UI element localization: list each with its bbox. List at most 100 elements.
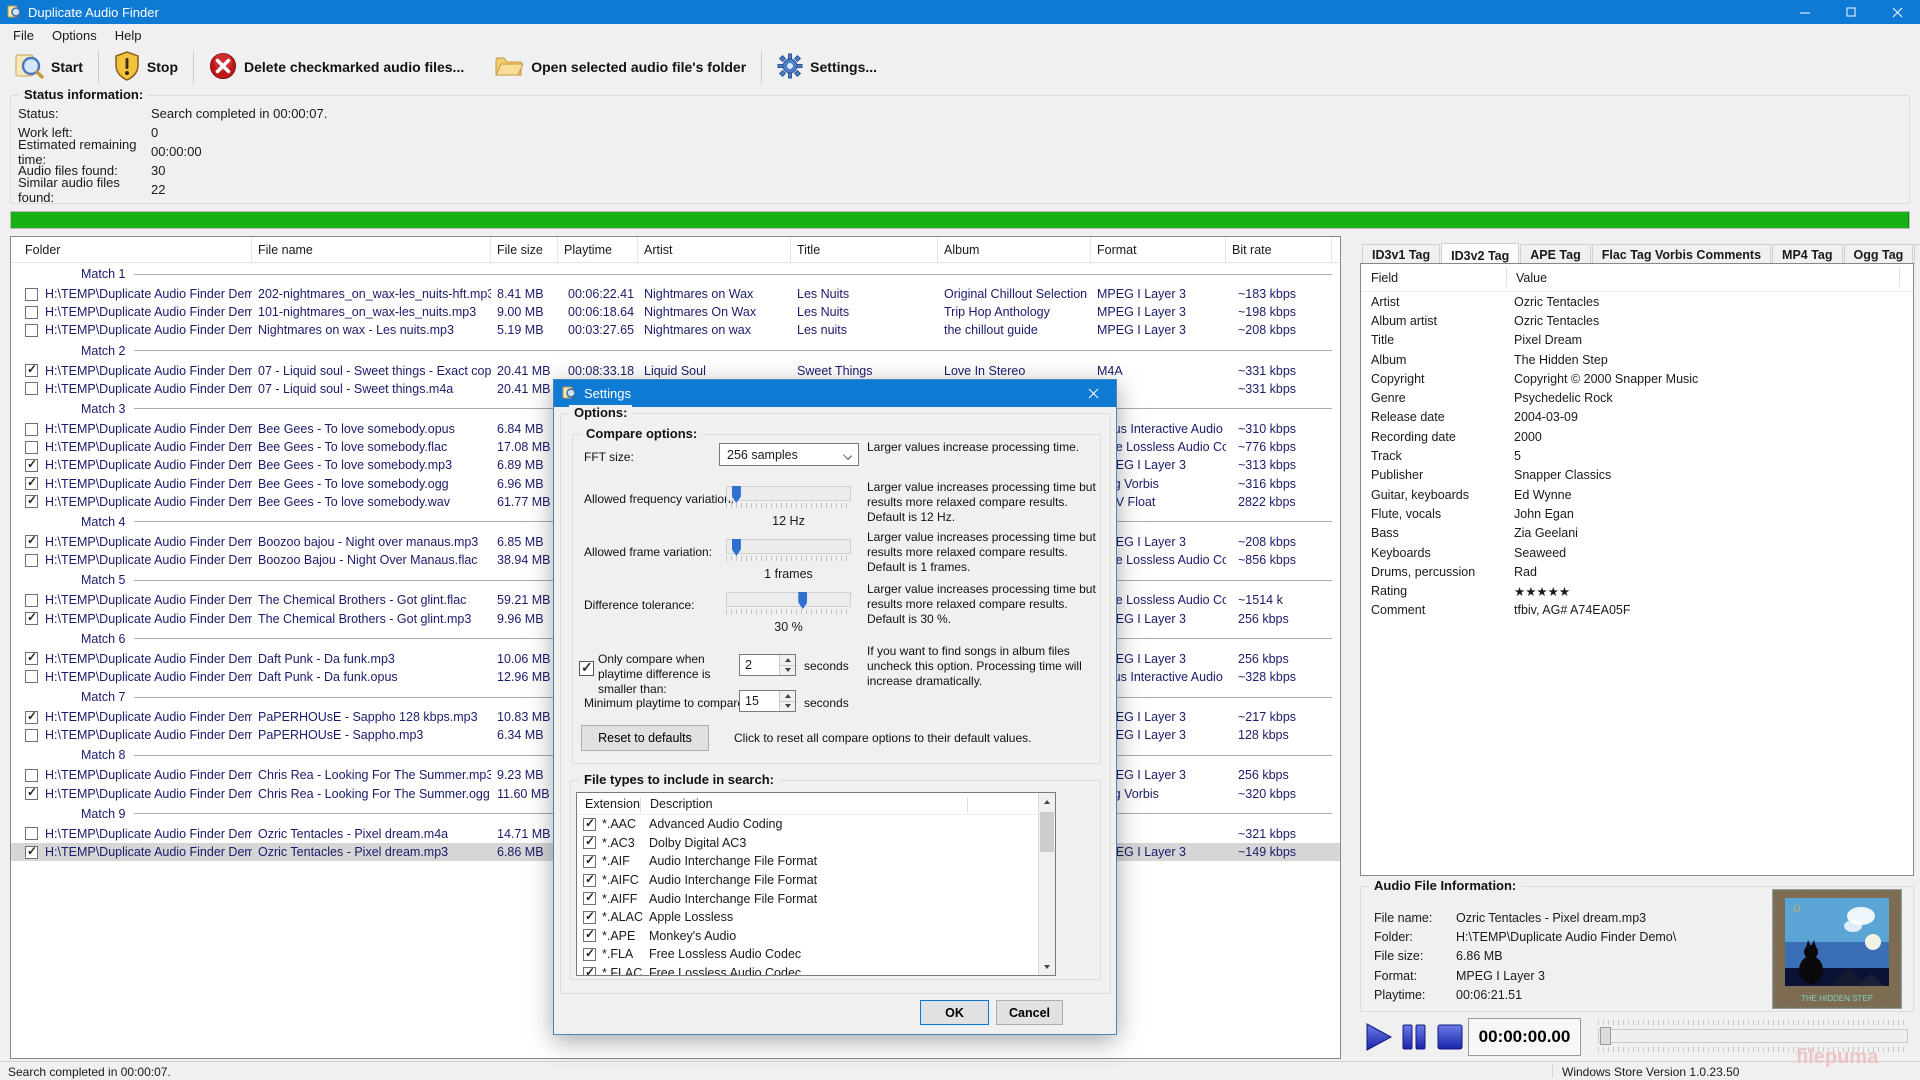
tab-ape-tag[interactable]: APE Tag bbox=[1520, 244, 1590, 264]
seek-thumb[interactable] bbox=[1600, 1027, 1611, 1045]
file-type-checkbox[interactable] bbox=[583, 967, 596, 976]
tag-row[interactable]: KeyboardsSeaweed bbox=[1361, 543, 1913, 562]
column-header-folder[interactable]: Folder bbox=[11, 237, 252, 262]
slider-groove[interactable] bbox=[726, 539, 851, 554]
row-checkbox[interactable] bbox=[25, 670, 38, 683]
tolerance-slider-thumb[interactable] bbox=[798, 592, 807, 609]
file-type-checkbox[interactable] bbox=[583, 855, 596, 868]
tag-row[interactable]: Album artistOzric Tentacles bbox=[1361, 311, 1913, 330]
spinner-arrows[interactable] bbox=[779, 655, 795, 675]
tag-row[interactable]: TitlePixel Dream bbox=[1361, 331, 1913, 350]
tab-flac-tag-vorbis-comments[interactable]: Flac Tag Vorbis Comments bbox=[1592, 244, 1771, 264]
tag-row[interactable]: Release date2004-03-09 bbox=[1361, 408, 1913, 427]
playtime-difference-spinner[interactable]: 2 bbox=[739, 654, 796, 676]
tag-row[interactable]: Drums, percussionRad bbox=[1361, 562, 1913, 581]
file-type-checkbox[interactable] bbox=[583, 892, 596, 905]
file-type-row[interactable]: *.AIFFAudio Interchange File Format bbox=[577, 889, 1055, 908]
spinner-down-icon[interactable] bbox=[780, 701, 795, 712]
cancel-button[interactable]: Cancel bbox=[996, 1000, 1063, 1025]
file-type-row[interactable]: *.ALACApple Lossless bbox=[577, 908, 1055, 927]
result-row[interactable]: H:\TEMP\Duplicate Audio Finder Demo\07 -… bbox=[11, 362, 1340, 380]
extension-column-header[interactable]: Extension bbox=[585, 797, 640, 811]
file-type-checkbox[interactable] bbox=[583, 948, 596, 961]
row-checkbox[interactable] bbox=[25, 535, 38, 548]
result-row[interactable]: H:\TEMP\Duplicate Audio Finder Demo\101-… bbox=[11, 303, 1340, 321]
file-types-scrollbar[interactable] bbox=[1038, 793, 1055, 975]
column-header-file-name[interactable]: File name bbox=[252, 237, 491, 262]
result-row[interactable]: H:\TEMP\Duplicate Audio Finder Demo\Nigh… bbox=[11, 321, 1340, 339]
column-header-format[interactable]: Format bbox=[1091, 237, 1226, 262]
file-type-checkbox[interactable] bbox=[583, 818, 596, 831]
delete-checkmarked-button[interactable]: Delete checkmarked audio files... bbox=[201, 48, 472, 87]
row-checkbox[interactable] bbox=[25, 711, 38, 724]
column-header-playtime[interactable]: Playtime bbox=[558, 237, 638, 262]
slider-groove[interactable] bbox=[726, 486, 851, 501]
file-type-row[interactable]: *.AIFAudio Interchange File Format bbox=[577, 852, 1055, 871]
row-checkbox[interactable] bbox=[25, 787, 38, 800]
scroll-down-icon[interactable] bbox=[1039, 958, 1055, 975]
column-header-artist[interactable]: Artist bbox=[638, 237, 791, 262]
file-type-row[interactable]: *.FLACFree Lossless Audio Codec bbox=[577, 964, 1055, 976]
row-checkbox[interactable] bbox=[25, 423, 38, 436]
minimize-button[interactable] bbox=[1782, 0, 1828, 24]
column-header-file-size[interactable]: File size bbox=[491, 237, 558, 262]
row-checkbox[interactable] bbox=[25, 729, 38, 742]
scroll-up-icon[interactable] bbox=[1039, 793, 1055, 810]
spinner-down-icon[interactable] bbox=[780, 665, 795, 676]
value-column-header[interactable]: Value bbox=[1506, 264, 1547, 291]
tab-id3v1-tag[interactable]: ID3v1 Tag bbox=[1362, 244, 1440, 264]
file-type-row[interactable]: *.FLAFree Lossless Audio Codec bbox=[577, 945, 1055, 964]
row-checkbox[interactable] bbox=[25, 827, 38, 840]
tag-row[interactable]: Commenttfbiv, AG# A74EA05F bbox=[1361, 601, 1913, 620]
row-checkbox[interactable] bbox=[25, 324, 38, 337]
menu-item-file[interactable]: File bbox=[4, 25, 43, 46]
tag-row[interactable]: Guitar, keyboardsEd Wynne bbox=[1361, 485, 1913, 504]
row-checkbox[interactable] bbox=[25, 364, 38, 377]
fft-size-dropdown[interactable]: 256 samples bbox=[719, 443, 859, 466]
tag-row[interactable]: CopyrightCopyright © 2000 Snapper Music bbox=[1361, 369, 1913, 388]
settings-button[interactable]: Settings... bbox=[769, 49, 885, 86]
tag-row[interactable]: AlbumThe Hidden Step bbox=[1361, 350, 1913, 369]
tab-id3v2-tag[interactable]: ID3v2 Tag bbox=[1441, 243, 1519, 265]
row-checkbox[interactable] bbox=[25, 846, 38, 859]
tab-mp4-tag[interactable]: MP4 Tag bbox=[1772, 244, 1842, 264]
column-header-bit-rate[interactable]: Bit rate bbox=[1226, 237, 1332, 262]
tag-row[interactable]: Rating★★★★★ bbox=[1361, 581, 1913, 600]
spinner-arrows[interactable] bbox=[779, 691, 795, 711]
tag-row[interactable]: ArtistOzric Tentacles bbox=[1361, 292, 1913, 311]
file-type-checkbox[interactable] bbox=[583, 911, 596, 924]
minimum-playtime-spinner[interactable]: 15 bbox=[739, 690, 796, 712]
tag-row[interactable]: Flute, vocalsJohn Egan bbox=[1361, 504, 1913, 523]
row-checkbox[interactable] bbox=[25, 495, 38, 508]
field-column-header[interactable]: Field bbox=[1361, 264, 1506, 291]
frequency-variation-slider[interactable]: 12 Hz bbox=[726, 486, 851, 528]
tab-wma-tag[interactable]: WMA Tag bbox=[1914, 244, 1920, 264]
row-checkbox[interactable] bbox=[25, 382, 38, 395]
file-type-row[interactable]: *.APEMonkey's Audio bbox=[577, 927, 1055, 946]
file-type-row[interactable]: *.AACAdvanced Audio Coding bbox=[577, 815, 1055, 834]
tag-row[interactable]: Recording date2000 bbox=[1361, 427, 1913, 446]
row-checkbox[interactable] bbox=[25, 477, 38, 490]
row-checkbox[interactable] bbox=[25, 441, 38, 454]
reset-to-defaults-button[interactable]: Reset to defaults bbox=[581, 725, 709, 751]
menu-item-help[interactable]: Help bbox=[106, 25, 151, 46]
spinner-up-icon[interactable] bbox=[780, 655, 795, 665]
tag-row[interactable]: Track5 bbox=[1361, 446, 1913, 465]
description-column-header[interactable]: Description bbox=[650, 797, 713, 811]
tab-ogg-tag[interactable]: Ogg Tag bbox=[1844, 244, 1914, 264]
start-button[interactable]: Start bbox=[6, 47, 91, 88]
spinner-up-icon[interactable] bbox=[780, 691, 795, 701]
close-button[interactable] bbox=[1874, 0, 1920, 24]
frame-variation-slider[interactable]: 1 frames bbox=[726, 539, 851, 581]
row-checkbox[interactable] bbox=[25, 769, 38, 782]
pause-button[interactable] bbox=[1399, 1022, 1429, 1052]
frame-slider-thumb[interactable] bbox=[732, 539, 741, 556]
row-checkbox[interactable] bbox=[25, 594, 38, 607]
scrollbar-thumb[interactable] bbox=[1040, 812, 1054, 852]
open-folder-button[interactable]: Open selected audio file's folder bbox=[486, 49, 754, 86]
play-button[interactable] bbox=[1363, 1022, 1393, 1052]
maximize-button[interactable] bbox=[1828, 0, 1874, 24]
file-type-row[interactable]: *.AIFCAudio Interchange File Format bbox=[577, 871, 1055, 890]
dialog-close-button[interactable] bbox=[1071, 380, 1116, 407]
tag-row[interactable]: GenrePsychedelic Rock bbox=[1361, 388, 1913, 407]
